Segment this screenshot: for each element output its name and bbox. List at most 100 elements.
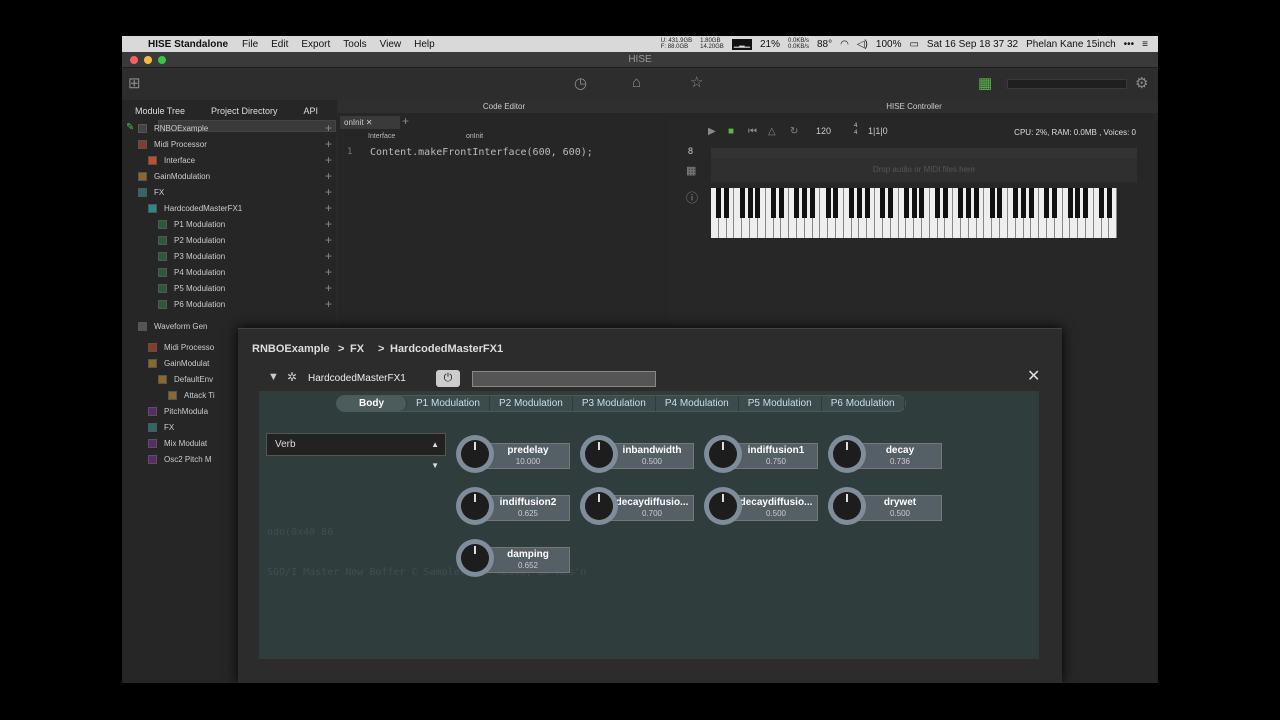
clock[interactable]: Sat 16 Sep 18 37 32 xyxy=(927,39,1018,50)
rotary-knob[interactable] xyxy=(828,435,866,473)
rewind-icon[interactable]: ⏮ xyxy=(748,124,757,139)
black-key[interactable] xyxy=(880,188,886,218)
menu-help[interactable]: Help xyxy=(414,39,435,50)
black-key[interactable] xyxy=(966,188,972,218)
bypass-button[interactable]: ⏻ xyxy=(436,370,460,387)
black-key[interactable] xyxy=(1013,188,1018,218)
black-key[interactable] xyxy=(1106,188,1112,218)
grid-icon[interactable]: ▦ xyxy=(686,164,696,179)
stop-icon[interactable]: ■ xyxy=(728,124,734,139)
black-key[interactable] xyxy=(724,188,730,218)
knob-label[interactable]: drywet 0.500 xyxy=(858,495,942,521)
menu-view[interactable]: View xyxy=(380,39,402,50)
tree-item[interactable]: HardcodedMasterFX1 + xyxy=(136,201,332,216)
tree-item[interactable]: P5 Modulation + xyxy=(136,281,332,296)
rotary-knob[interactable] xyxy=(828,487,866,525)
black-key[interactable] xyxy=(802,188,808,218)
add-child-icon[interactable]: + xyxy=(325,233,332,248)
black-key[interactable] xyxy=(849,188,855,218)
breadcrumb-fx[interactable]: FX xyxy=(350,343,364,355)
add-child-icon[interactable]: + xyxy=(325,249,332,264)
algorithm-select[interactable]: Verb ▲ ▼ xyxy=(266,433,446,470)
wifi-icon[interactable]: ◠ xyxy=(840,39,849,50)
tab-p3-modulation[interactable]: P3 Modulation xyxy=(573,396,656,411)
loop-range-bar[interactable] xyxy=(711,148,1137,158)
home-icon[interactable]: ⌂ xyxy=(632,75,641,90)
black-key[interactable] xyxy=(739,188,745,218)
black-key[interactable] xyxy=(1083,188,1089,218)
tree-item[interactable]: P3 Modulation + xyxy=(136,249,332,264)
gear-icon[interactable]: ✲ xyxy=(287,370,297,384)
ram-stat[interactable]: 1.80GB 14.20GB xyxy=(700,38,724,50)
tab-api[interactable]: API xyxy=(291,104,332,118)
black-key[interactable] xyxy=(888,188,894,218)
black-key[interactable] xyxy=(747,188,753,218)
black-key[interactable] xyxy=(794,188,800,218)
black-key[interactable] xyxy=(942,188,948,218)
tree-item[interactable]: GainModulation + xyxy=(136,169,332,184)
menu-file[interactable]: File xyxy=(242,39,258,50)
collapse-icon[interactable]: ▼ xyxy=(268,371,279,383)
menu-edit[interactable]: Edit xyxy=(271,39,288,50)
add-child-icon[interactable]: + xyxy=(325,153,332,168)
app-menu[interactable]: HISE Standalone xyxy=(148,39,228,50)
black-key[interactable] xyxy=(903,188,909,218)
black-key[interactable] xyxy=(1075,188,1081,218)
edit-icon[interactable]: ✎ xyxy=(126,120,134,135)
rotary-knob[interactable] xyxy=(456,539,494,577)
knob-label[interactable]: decaydiffusio... 0.500 xyxy=(734,495,818,521)
black-key[interactable] xyxy=(1020,188,1026,218)
menu-export[interactable]: Export xyxy=(301,39,330,50)
tree-item[interactable]: P2 Modulation + xyxy=(136,233,332,248)
knob-label[interactable]: damping 0.652 xyxy=(486,547,570,573)
piano-keyboard[interactable] xyxy=(711,188,1118,238)
temp-stat[interactable]: 88° xyxy=(817,39,832,50)
black-key[interactable] xyxy=(934,188,940,218)
new-module-icon[interactable]: ⊞ xyxy=(128,76,141,91)
black-key[interactable] xyxy=(958,188,964,218)
rotary-knob[interactable] xyxy=(580,435,618,473)
rotary-knob[interactable] xyxy=(456,487,494,525)
metronome-icon[interactable]: △ xyxy=(768,124,776,139)
tab-p1-modulation[interactable]: P1 Modulation xyxy=(407,396,490,411)
black-key[interactable] xyxy=(778,188,784,218)
tab-project-directory[interactable]: Project Directory xyxy=(198,104,291,118)
cpu-percent[interactable]: 21% xyxy=(760,39,780,50)
black-key[interactable] xyxy=(755,188,761,218)
knob-label[interactable]: decaydiffusio... 0.700 xyxy=(610,495,694,521)
callback-combo-1[interactable]: Interface xyxy=(368,133,448,144)
black-key[interactable] xyxy=(856,188,862,218)
add-child-icon[interactable]: + xyxy=(325,121,332,136)
battery-percent[interactable]: 100% xyxy=(876,39,902,50)
play-icon[interactable]: ▶ xyxy=(708,124,716,139)
black-key[interactable] xyxy=(919,188,925,218)
add-child-icon[interactable]: + xyxy=(325,281,332,296)
black-key[interactable] xyxy=(833,188,839,218)
loop-icon[interactable]: ↻ xyxy=(790,124,798,139)
black-key[interactable] xyxy=(864,188,870,218)
rotary-knob[interactable] xyxy=(456,435,494,473)
keyboard-icon[interactable]: ▦ xyxy=(978,76,992,91)
add-child-icon[interactable]: + xyxy=(325,217,332,232)
black-key[interactable] xyxy=(997,188,1003,218)
black-key[interactable] xyxy=(1044,188,1050,218)
black-key[interactable] xyxy=(716,188,722,218)
tab-oninit[interactable]: onInit ✕ xyxy=(340,116,400,129)
tree-item[interactable]: P6 Modulation + xyxy=(136,297,332,312)
tree-item[interactable]: Midi Processor + xyxy=(136,137,332,152)
black-key[interactable] xyxy=(973,188,979,218)
add-child-icon[interactable]: + xyxy=(325,265,332,280)
battery-icon[interactable]: ▭ xyxy=(909,39,918,50)
tree-item[interactable]: FX + xyxy=(136,185,332,200)
star-icon[interactable]: ☆ xyxy=(690,75,703,90)
breadcrumb-root[interactable]: RNBOExample xyxy=(252,343,330,355)
tab-p4-modulation[interactable]: P4 Modulation xyxy=(656,396,739,411)
black-key[interactable] xyxy=(1052,188,1058,218)
tab-p6-modulation[interactable]: P6 Modulation xyxy=(822,396,905,411)
add-child-icon[interactable]: + xyxy=(325,297,332,312)
tree-item[interactable]: Interface + xyxy=(136,153,332,168)
zoom-window-icon[interactable] xyxy=(158,56,166,64)
tab-body[interactable]: Body xyxy=(337,396,407,411)
callback-combo-2[interactable]: onInit xyxy=(466,133,546,144)
black-key[interactable] xyxy=(989,188,995,218)
